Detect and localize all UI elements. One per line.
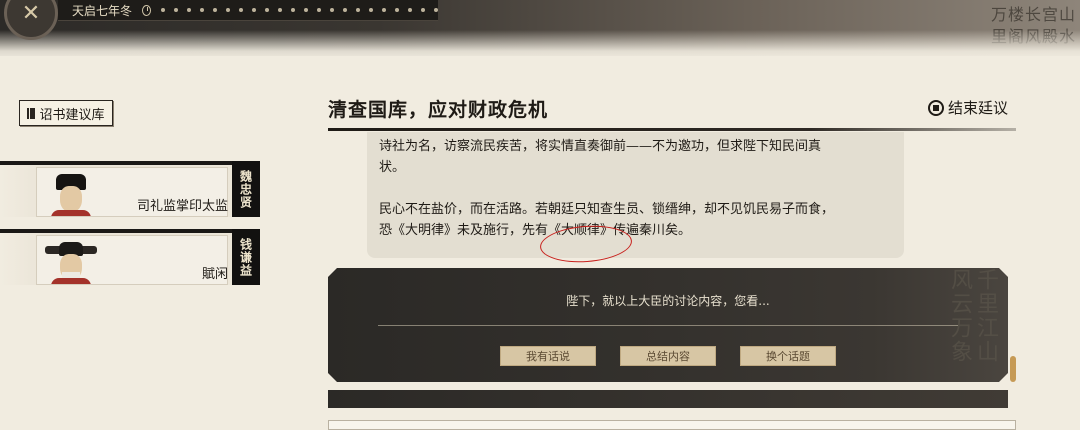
minister-title: 賦闲 xyxy=(201,267,228,282)
timeline-dot[interactable] xyxy=(369,8,373,12)
input-area[interactable] xyxy=(328,420,1016,430)
minister-card-qian[interactable]: 賦闲 钱谦益 xyxy=(0,229,260,285)
timeline-dot[interactable] xyxy=(278,8,282,12)
timeline-dot[interactable] xyxy=(395,8,399,12)
timeline-dot[interactable] xyxy=(434,8,438,12)
minister-title: 司礼监掌印太监 xyxy=(136,199,228,214)
speech-card: 诗社为名，访察流民疾苦，将实情直奏御前——不为邀功，但求陛下知民间真 状。 民心… xyxy=(367,132,904,258)
timeline-dot[interactable] xyxy=(343,8,347,12)
end-court-button[interactable]: 结束廷议 xyxy=(928,97,1008,118)
edict-library-button[interactable]: 诏书建议库 xyxy=(19,100,113,126)
choice-speak-button[interactable]: 我有话说 xyxy=(500,346,596,366)
minister-card-wei[interactable]: 司礼监掌印太监 魏忠贤 xyxy=(0,161,260,217)
timeline-dot[interactable] xyxy=(265,8,269,12)
timeline-dot[interactable] xyxy=(239,8,243,12)
prompt-panel: 千里江山风云万象 陛下，就以上大臣的讨论内容，您看... 我有话说 总结内容 换… xyxy=(328,268,1008,382)
timeline-dot[interactable] xyxy=(291,8,295,12)
timeline-dot[interactable] xyxy=(408,8,412,12)
timeline-dot[interactable] xyxy=(174,8,178,12)
timeline-dot[interactable] xyxy=(330,8,334,12)
clock-icon xyxy=(142,4,151,16)
portrait-scholar xyxy=(45,242,97,284)
current-date: 天启七年冬 xyxy=(72,3,133,18)
timeline-dots xyxy=(161,8,438,12)
speech-line: 诗社为名，访察流民疾苦，将实情直奏御前——不为邀功，但求陛下知民间真 xyxy=(379,139,822,154)
timeline-dot[interactable] xyxy=(317,8,321,12)
timeline-dot[interactable] xyxy=(421,8,425,12)
card-rule xyxy=(0,161,232,165)
timeline-bar: 天启七年冬 xyxy=(58,0,438,21)
edict-library-label: 诏书建议库 xyxy=(39,107,105,123)
timeline-dot[interactable] xyxy=(226,8,230,12)
timeline-dot[interactable] xyxy=(304,8,308,12)
minister-portrait xyxy=(36,235,228,285)
speech-line: 民心不在盐价，而在活路。若朝廷只知查生员、锁缙绅，却不见饥民易子而食， xyxy=(379,202,835,217)
stop-icon xyxy=(928,99,944,116)
timeline-dot[interactable] xyxy=(252,8,256,12)
book-icon xyxy=(27,107,36,119)
minister-name: 魏忠贤 xyxy=(232,161,260,217)
card-rule xyxy=(0,229,232,233)
timeline-dot[interactable] xyxy=(382,8,386,12)
scrollbar-handle[interactable] xyxy=(1010,356,1016,382)
timeline-dot[interactable] xyxy=(213,8,217,12)
next-panel-strip xyxy=(328,390,1008,408)
timeline-dot[interactable] xyxy=(187,8,191,12)
portrait-eunuch xyxy=(51,174,91,216)
timeline-dot[interactable] xyxy=(200,8,204,12)
page-title: 清查国库，应对财政危机 xyxy=(328,99,549,121)
choice-change-topic-button[interactable]: 换个话题 xyxy=(740,346,836,366)
speech-line: 恐《大明律》未及施行，先有《大顺律》传遍秦川矣。 xyxy=(379,223,692,238)
minister-name: 钱谦益 xyxy=(232,229,260,285)
prompt-text: 陛下，就以上大臣的讨论内容，您看... xyxy=(566,294,770,308)
end-court-label: 结束廷议 xyxy=(948,99,1009,117)
timeline-dot[interactable] xyxy=(161,8,165,12)
choice-summarize-button[interactable]: 总结内容 xyxy=(620,346,716,366)
speech-line: 状。 xyxy=(379,160,406,175)
prompt-divider xyxy=(378,325,958,326)
banner-mist xyxy=(0,30,1080,56)
title-divider xyxy=(328,128,1016,131)
timeline-dot[interactable] xyxy=(356,8,360,12)
